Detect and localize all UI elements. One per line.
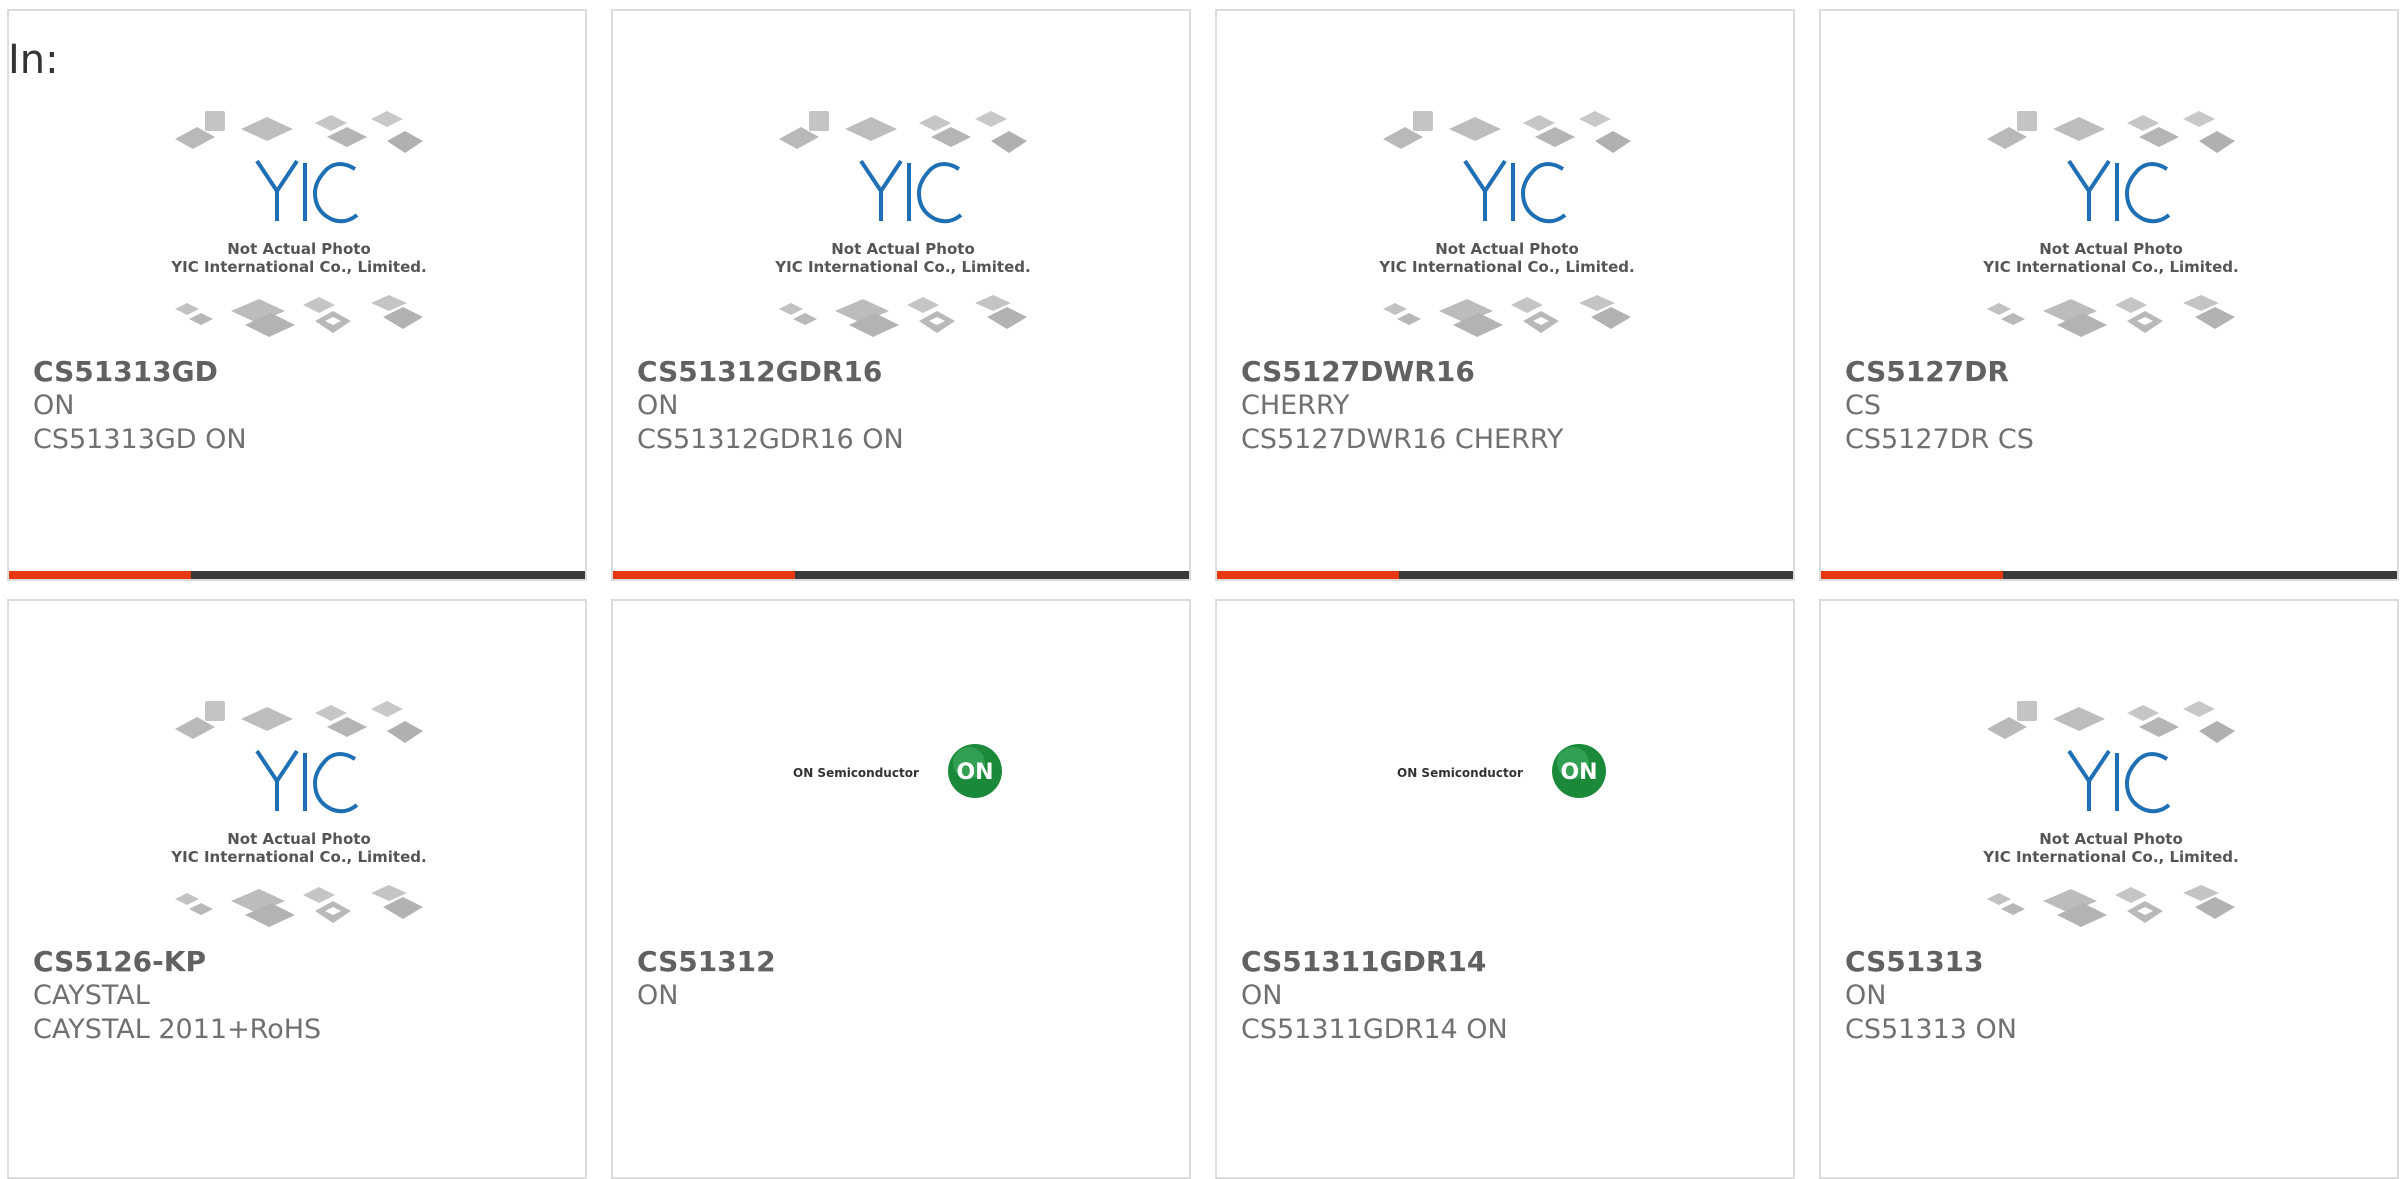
part-number[interactable]: CS5127DR: [1845, 355, 2009, 389]
part-number[interactable]: CS51313: [1845, 945, 1984, 979]
product-card[interactable]: Not Actual Photo YIC International Co., …: [1819, 599, 2399, 1179]
svg-text:ON: ON: [1560, 760, 1597, 785]
product-card[interactable]: Not Actual Photo YIC International Co., …: [1819, 9, 2399, 581]
brand: ON: [637, 390, 679, 421]
part-number[interactable]: CS51312: [637, 945, 776, 979]
yic-logo-icon: [859, 159, 963, 224]
svg-text:YIC International Co., Limited: YIC International Co., Limited.: [774, 258, 1030, 276]
svg-text:YIC International Co., Limited: YIC International Co., Limited.: [170, 848, 426, 866]
description: CS5127DR CS: [1845, 424, 2034, 455]
brand: ON: [33, 390, 75, 421]
svg-text:YIC International Co., Limited: YIC International Co., Limited.: [1982, 848, 2238, 866]
svg-text:Not Actual Photo: Not Actual Photo: [1435, 240, 1579, 258]
yic-logo-icon: [1463, 159, 1567, 224]
brand: CAYSTAL: [33, 980, 150, 1011]
description: CAYSTAL 2011+RoHS: [33, 1014, 322, 1045]
yic-placeholder-image: Not Actual Photo YIC International Co., …: [1982, 701, 2239, 927]
brand: ON: [1845, 980, 1887, 1011]
part-number[interactable]: CS51313GD: [33, 355, 218, 389]
yic-placeholder-image: Not Actual Photo YIC International Co., …: [1378, 111, 1635, 337]
brand: ON: [1241, 980, 1283, 1011]
on-semiconductor-logo: ON Semiconductor ON: [793, 744, 1002, 798]
description: CS51311GDR14 ON: [1241, 1014, 1508, 1045]
yic-logo-icon: [255, 749, 359, 814]
card-bar: [1821, 571, 2397, 579]
product-card[interactable]: ON Semiconductor ON CS51312 ON: [611, 599, 1191, 1179]
product-card[interactable]: Not Actual Photo YIC International Co., …: [7, 9, 587, 581]
brand: CS: [1845, 390, 1881, 421]
product-card[interactable]: Not Actual Photo YIC International Co., …: [1215, 9, 1795, 581]
in-label: In:: [8, 37, 59, 83]
yic-logo-icon: [2067, 159, 2171, 224]
svg-text:ON: ON: [956, 760, 993, 785]
description: CS51313 ON: [1845, 1014, 2017, 1045]
part-number[interactable]: CS5127DWR16: [1241, 355, 1475, 389]
svg-text:YIC International Co., Limited: YIC International Co., Limited.: [1982, 258, 2238, 276]
svg-text:Not Actual Photo: Not Actual Photo: [2039, 240, 2183, 258]
card-bar: [613, 571, 1189, 579]
brand: ON: [637, 980, 679, 1011]
yic-placeholder-image: Not Actual Photo YIC International Co., …: [170, 701, 427, 927]
svg-text:Not Actual Photo: Not Actual Photo: [227, 830, 371, 848]
part-number[interactable]: CS5126-KP: [33, 945, 206, 979]
brand: CHERRY: [1241, 390, 1350, 421]
product-card[interactable]: Not Actual Photo YIC International Co., …: [7, 599, 587, 1179]
svg-text:Not Actual Photo: Not Actual Photo: [2039, 830, 2183, 848]
product-card[interactable]: Not Actual Photo YIC International Co., …: [611, 9, 1191, 581]
part-number[interactable]: CS51311GDR14: [1241, 945, 1486, 979]
svg-text:YIC International Co., Limited: YIC International Co., Limited.: [1378, 258, 1634, 276]
svg-text:ON Semiconductor: ON Semiconductor: [793, 766, 919, 780]
yic-placeholder-image: Not Actual Photo YIC International Co., …: [1982, 111, 2239, 337]
card-bar: [9, 571, 585, 579]
on-semiconductor-logo: ON Semiconductor ON: [1397, 744, 1606, 798]
yic-placeholder-image: Not Actual Photo YIC International Co., …: [170, 111, 427, 337]
part-number[interactable]: CS51312GDR16: [637, 355, 882, 389]
svg-text:Not Actual Photo: Not Actual Photo: [227, 240, 371, 258]
product-card[interactable]: ON Semiconductor ON CS51311GDR14 ON CS51…: [1215, 599, 1795, 1179]
description: CS51313GD ON: [33, 424, 247, 455]
svg-text:Not Actual Photo: Not Actual Photo: [831, 240, 975, 258]
yic-placeholder-image: Not Actual Photo YIC International Co., …: [774, 111, 1031, 337]
description: CS51312GDR16 ON: [637, 424, 904, 455]
yic-logo-icon: [255, 159, 359, 224]
yic-logo-icon: [2067, 749, 2171, 814]
card-bar: [1217, 571, 1793, 579]
description: CS5127DWR16 CHERRY: [1241, 424, 1564, 455]
svg-text:ON Semiconductor: ON Semiconductor: [1397, 766, 1523, 780]
svg-text:YIC International Co., Limited: YIC International Co., Limited.: [170, 258, 426, 276]
